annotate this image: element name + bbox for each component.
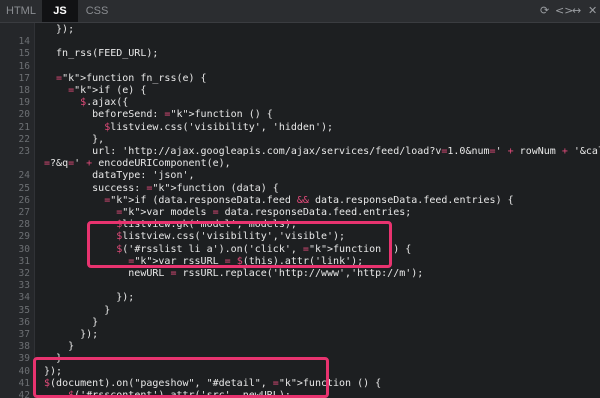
line-number: 16 xyxy=(18,60,30,72)
line-number: 29 xyxy=(18,231,30,243)
code-text: ="k">var models = data.responseData.feed… xyxy=(116,207,412,218)
line-number: 17 xyxy=(18,72,30,84)
code-line: 23 url: 'http://ajax.googleapis.com/ajax… xyxy=(0,146,600,158)
code-line: 21 $listview.css('visibility', 'hidden')… xyxy=(0,122,600,134)
line-number: 36 xyxy=(18,316,30,328)
code-line: 22 }, xyxy=(0,134,600,146)
line-number: 32 xyxy=(18,268,30,279)
code-line: 15 fn_rss(FEED_URL); xyxy=(0,48,600,60)
code-line: 17 ="k">function fn_rss(e) { xyxy=(0,73,600,85)
code-line: 27 ="k">var models = data.responseData.f… xyxy=(0,207,600,219)
code-text: beforeSend: ="k">function () { xyxy=(44,109,273,121)
close-icon[interactable]: ✕ xyxy=(588,4,597,18)
line-number: 42 xyxy=(18,390,30,398)
line-number: 28 xyxy=(18,219,30,231)
line-number: 30 xyxy=(18,243,30,255)
code-text: $listview.css('visibility', 'hidden'); xyxy=(104,121,334,133)
code-editor[interactable]: }); 14 15 fn_rss(FEED_URL); 16 17 ="k">funct… xyxy=(0,23,600,398)
code-line: 32 newURL = rssURL.replace('http://www',… xyxy=(0,268,600,280)
line-number: 41 xyxy=(18,377,30,389)
code-text: }, xyxy=(44,133,105,145)
code-line: 34 }); xyxy=(0,292,600,304)
code-text: $.ajax({ xyxy=(80,97,129,109)
code-view-icon[interactable]: <> xyxy=(555,4,573,18)
code-line: }); xyxy=(0,24,600,36)
line-number: 25 xyxy=(18,182,30,194)
line-number: 20 xyxy=(18,109,30,121)
code-line: 24 dataType: 'json', xyxy=(0,170,600,182)
line-number: 27 xyxy=(18,207,30,218)
tab-html[interactable]: HTML xyxy=(0,0,42,22)
editor-tab-bar: HTML JS CSS ⟳ <> ↔ ✕ xyxy=(0,0,600,23)
highlight-box-click-handler xyxy=(87,221,392,268)
line-number: 21 xyxy=(18,121,30,133)
line-number: 26 xyxy=(18,194,30,206)
code-line: 33 xyxy=(0,280,600,292)
code-text: newURL = rssURL.replace('http://www','ht… xyxy=(44,268,424,279)
line-number: 14 xyxy=(18,36,30,48)
line-number: 31 xyxy=(18,255,30,267)
code-line: 38 } xyxy=(0,341,600,353)
code-line: 37 }); xyxy=(0,329,600,341)
code-text: ="k">if (e) { xyxy=(68,85,147,96)
line-number: 33 xyxy=(18,280,30,292)
code-line: 19 $.ajax({ xyxy=(0,97,600,109)
code-line: =?&q=' + encodeURIComponent(e), xyxy=(0,158,600,170)
refresh-icon[interactable]: ⟳ xyxy=(540,4,549,18)
code-line: 18 ="k">if (e) { xyxy=(0,85,600,97)
code-text: }); xyxy=(44,292,135,304)
code-line: 35 } xyxy=(0,305,600,317)
tab-js[interactable]: JS xyxy=(42,0,78,22)
line-number: 18 xyxy=(18,85,30,96)
code-line: 16 xyxy=(0,61,600,73)
code-text: fn_rss(FEED_URL); xyxy=(44,48,159,60)
code-text: } xyxy=(44,316,99,328)
code-text: } xyxy=(44,341,75,353)
line-number: 38 xyxy=(18,341,30,353)
line-number: 23 xyxy=(18,146,30,157)
code-text: success: ="k">function (data) { xyxy=(44,182,279,194)
code-text: }); xyxy=(44,329,99,340)
expand-icon[interactable]: ↔ xyxy=(572,4,581,18)
line-number: 22 xyxy=(18,133,30,145)
code-text: =?&q=' + encodeURIComponent(e), xyxy=(44,158,231,170)
line-number: 37 xyxy=(18,329,30,340)
line-number: 34 xyxy=(18,292,30,304)
line-number: 24 xyxy=(18,170,30,182)
line-number: 40 xyxy=(18,365,30,377)
line-number: 35 xyxy=(18,304,30,316)
code-line: 14 xyxy=(0,36,600,48)
code-text: }); xyxy=(44,24,75,35)
code-text: dataType: 'json', xyxy=(44,170,195,182)
line-number: 15 xyxy=(18,48,30,60)
code-text: ="k">function fn_rss(e) { xyxy=(56,72,207,84)
code-line: 20 beforeSend: ="k">function () { xyxy=(0,109,600,121)
highlight-box-pageshow-handler xyxy=(33,357,329,398)
code-text: url: 'http://ajax.googleapis.com/ajax/se… xyxy=(44,146,600,157)
code-text: ="k">if (data.responseData.feed && data.… xyxy=(104,194,514,206)
line-number: 19 xyxy=(18,97,30,109)
tab-css[interactable]: CSS xyxy=(78,0,116,22)
line-number: 39 xyxy=(18,353,30,365)
code-line: 36 } xyxy=(0,317,600,329)
code-line: 25 success: ="k">function (data) { xyxy=(0,183,600,195)
code-text: } xyxy=(44,304,111,316)
code-line: 26 ="k">if (data.responseData.feed && da… xyxy=(0,195,600,207)
